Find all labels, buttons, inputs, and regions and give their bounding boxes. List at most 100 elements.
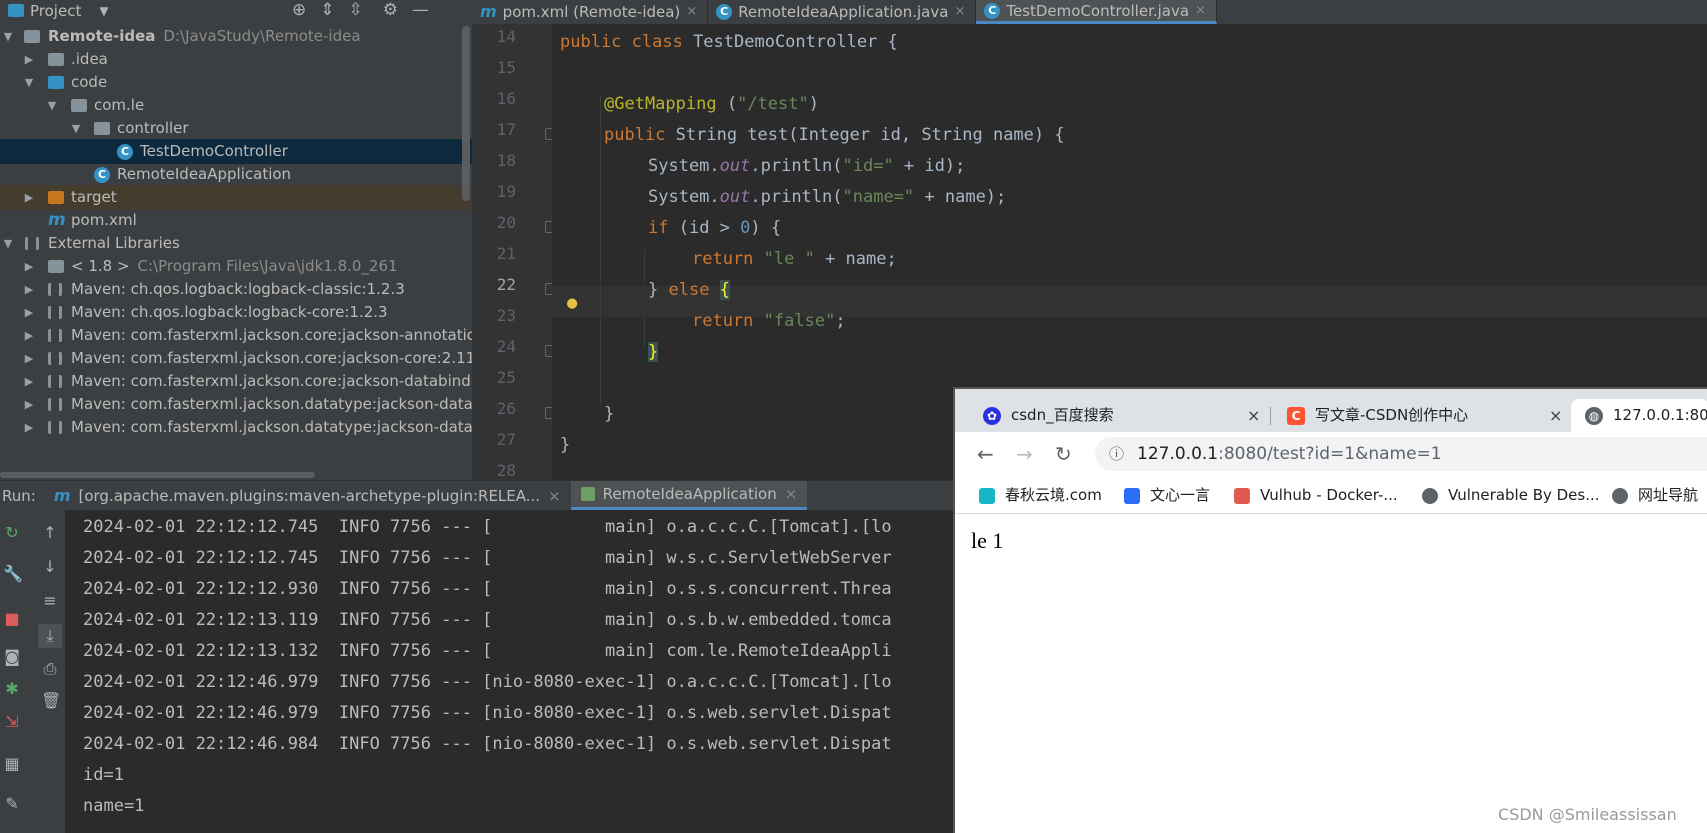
tree-item-library[interactable]: ▶ Maven: com.fasterxml.jackson.core:jack… (0, 369, 472, 394)
tree-item-testdemocontroller[interactable]: C TestDemoController (0, 139, 472, 164)
pin-icon[interactable]: ✎ (3, 795, 21, 813)
run-tab-remoteideaapplication[interactable]: RemoteIdeaApplication × (570, 479, 808, 510)
console-line: 2024-02-01 22:12:12.745 INFO 7756 --- [ … (83, 548, 892, 568)
layout-icon[interactable]: ▦ (3, 755, 21, 773)
arrow-up-icon[interactable]: ↑ (41, 524, 59, 542)
tree-scrollbar[interactable] (462, 26, 470, 201)
chevron-right-icon[interactable]: ▶ (22, 369, 36, 394)
tree-item-remote-idea[interactable]: ▼ Remote-idea D:\JavaStudy\Remote-idea (0, 24, 472, 49)
forward-arrow-icon[interactable]: → (1016, 442, 1033, 466)
chevron-down-icon[interactable]: ▼ (1, 24, 15, 49)
back-arrow-icon[interactable]: ← (977, 442, 994, 466)
chevron-right-icon[interactable]: ▶ (22, 300, 36, 325)
chevron-right-icon[interactable]: ▶ (22, 392, 36, 417)
run-tab-maven[interactable]: m [org.apache.maven.plugins:maven-archet… (44, 481, 571, 510)
close-icon[interactable]: × (548, 481, 561, 511)
tree-item-label: target (71, 188, 117, 206)
tree-item-label: Maven: ch.qos.logback:logback-core:1.2.3 (71, 303, 388, 321)
console-line: 2024-02-01 22:12:12.745 INFO 7756 --- [ … (83, 517, 892, 537)
line-number: 15 (496, 58, 516, 77)
trash-icon[interactable]: 🗑 (41, 692, 61, 710)
tab-testdemocontroller[interactable]: C TestDemoController.java × (976, 0, 1217, 24)
maven-file-icon: m (48, 210, 66, 230)
camera-icon[interactable]: ◙ (3, 648, 21, 666)
stop-icon[interactable]: ■ (3, 610, 21, 628)
chevron-down-icon[interactable]: ▼ (99, 4, 108, 18)
close-icon[interactable]: × (954, 1, 965, 23)
tab-pom-xml[interactable]: m pom.xml (Remote-idea) × (472, 0, 709, 24)
editor-gutter[interactable]: 14 15 16 17 18 19 20 21 22 23 24 25 26 2… (472, 24, 557, 480)
jdk-icon (48, 260, 64, 273)
collapse-all-icon[interactable]: ⇳ (349, 0, 363, 20)
library-icon (48, 352, 62, 365)
close-icon[interactable]: × (1247, 399, 1260, 432)
bookmark-item[interactable]: 网址导航 (1612, 476, 1698, 514)
library-icon (25, 237, 39, 250)
chevron-right-icon[interactable]: ▶ (22, 346, 36, 371)
tree-item-library[interactable]: ▶ Maven: com.fasterxml.jackson.datatype:… (0, 415, 472, 440)
info-icon[interactable]: ⓘ (1109, 437, 1124, 471)
tree-item-library[interactable]: ▶ Maven: com.fasterxml.jackson.datatype:… (0, 392, 472, 417)
close-icon[interactable]: × (1195, 0, 1206, 22)
tree-item-external-libraries[interactable]: ▼ External Libraries (0, 231, 472, 256)
bookmark-item[interactable]: 文心一言 (1124, 476, 1210, 514)
wrench-icon[interactable]: 🔧 (3, 565, 23, 583)
rerun-icon[interactable]: ↻ (3, 524, 21, 542)
browser-tab-csdn[interactable]: C 写文章-CSDN创作中心 × (1273, 399, 1569, 432)
tree-item-code[interactable]: ▼ code (0, 70, 472, 95)
tab-remoteideaapplication[interactable]: C RemoteIdeaApplication.java × (708, 0, 977, 24)
reload-icon[interactable]: ↻ (1055, 442, 1072, 466)
browser-tab-baidu[interactable]: ✿ csdn_百度搜索 × (969, 399, 1267, 432)
chevron-right-icon[interactable]: ▶ (22, 415, 36, 440)
hide-icon[interactable]: — (412, 0, 429, 20)
tree-item-label: Maven: com.fasterxml.jackson.core:jackso… (71, 372, 472, 390)
tree-item-controller[interactable]: ▼ controller (0, 116, 472, 141)
arrow-down-icon[interactable]: ↓ (41, 558, 59, 576)
library-icon (48, 283, 62, 296)
tree-item-pom-xml[interactable]: m pom.xml (0, 208, 472, 233)
bookmark-item[interactable]: Vulhub - Docker-... (1234, 476, 1398, 514)
chevron-right-icon[interactable]: ▶ (22, 254, 36, 279)
globe-icon (1612, 487, 1628, 504)
exit-icon[interactable]: ⇲ (3, 713, 21, 731)
bookmark-item[interactable]: 春秋云境.com (979, 476, 1102, 514)
tree-item-com-le[interactable]: ▼ com.le (0, 93, 472, 118)
chevron-down-icon[interactable]: ▼ (1, 231, 15, 256)
locate-icon[interactable]: ⊕ (292, 0, 306, 20)
chevron-down-icon[interactable]: ▼ (45, 93, 59, 118)
bookmark-item[interactable]: Vulnerable By Des... (1422, 476, 1600, 514)
tree-item-remoteideaapplication[interactable]: C RemoteIdeaApplication (0, 162, 472, 187)
chevron-right-icon[interactable]: ▶ (22, 47, 36, 72)
tree-item-idea[interactable]: ▶ .idea (0, 47, 472, 72)
scroll-to-end-icon[interactable]: ⤓ (38, 624, 62, 648)
tree-item-label: controller (117, 119, 189, 137)
tree-item-library[interactable]: ▶ Maven: com.fasterxml.jackson.core:jack… (0, 323, 472, 348)
close-icon[interactable]: × (785, 479, 798, 509)
expand-all-icon[interactable]: ⇕ (320, 0, 334, 20)
close-icon[interactable]: × (686, 1, 697, 23)
chevron-down-icon[interactable]: ▼ (22, 70, 36, 95)
lightbulb-icon[interactable]: ● (567, 293, 577, 313)
chevron-right-icon[interactable]: ▶ (22, 185, 36, 210)
address-bar[interactable]: ⓘ 127.0.0.1:8080/test?id=1&name=1 (1095, 437, 1707, 471)
browser-tab-localhost[interactable]: ◍ 127.0.0.1:808 (1571, 399, 1707, 432)
chevron-right-icon[interactable]: ▶ (22, 277, 36, 302)
chevron-right-icon[interactable]: ▶ (22, 323, 36, 348)
console-line: id=1 (83, 765, 124, 785)
code-line: public class TestDemoController { (560, 32, 898, 52)
tree-item-target[interactable]: ▶ target (0, 185, 472, 210)
horizontal-scrollbar[interactable] (0, 472, 315, 478)
print-icon[interactable]: ⎙ (41, 660, 59, 678)
chevron-down-icon[interactable]: ▼ (69, 116, 83, 141)
tree-item-library[interactable]: ▶ Maven: ch.qos.logback:logback-classic:… (0, 277, 472, 302)
tree-item-library[interactable]: ▶ Maven: ch.qos.logback:logback-core:1.2… (0, 300, 472, 325)
tree-item-label: Maven: com.fasterxml.jackson.core:jackso… (71, 349, 472, 367)
gear-icon[interactable]: ⚙ (383, 0, 398, 20)
close-icon[interactable]: × (1549, 399, 1562, 432)
debug-icon[interactable]: ✱ (3, 680, 21, 698)
soft-wrap-icon[interactable]: ≡ (41, 592, 59, 610)
tree-item-jdk[interactable]: ▶ < 1.8 > C:\Program Files\Java\jdk1.8.0_… (0, 254, 472, 279)
browser-window: ✿ csdn_百度搜索 × C 写文章-CSDN创作中心 × ◍ 127.0.0.1:… (953, 387, 1707, 833)
project-view-selector[interactable]: Project (30, 2, 81, 20)
tree-item-library[interactable]: ▶ Maven: com.fasterxml.jackson.core:jack… (0, 346, 472, 371)
